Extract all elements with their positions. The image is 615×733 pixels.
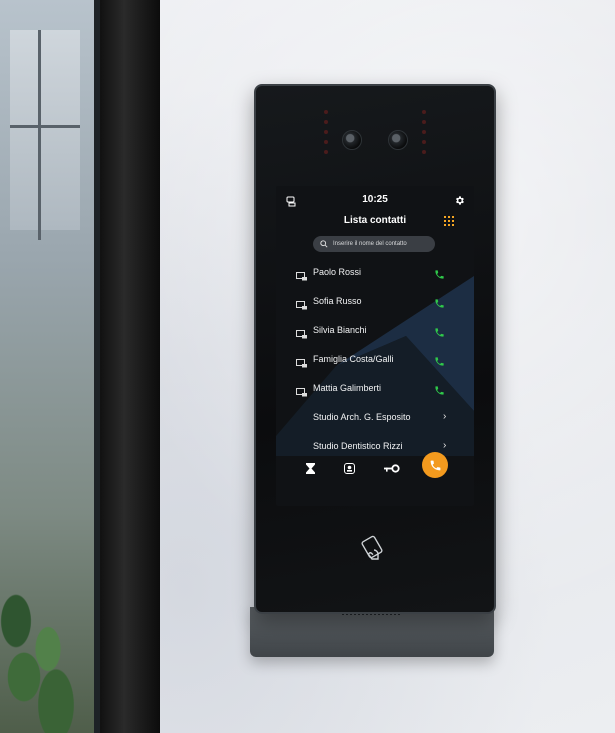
door-frame [100, 0, 160, 733]
building-reflection [10, 30, 80, 230]
contact-name: Paolo Rossi [313, 267, 362, 277]
nfc-card-reader-icon [360, 534, 388, 564]
window-view [0, 0, 100, 733]
contact-row[interactable]: Famiglia Costa/Galli [276, 349, 474, 371]
intercom-device-icon [286, 194, 298, 212]
contact-group-row[interactable]: Studio Arch. G. Esposito › [276, 407, 474, 429]
touch-screen[interactable]: 10:25 Lista contatti Inserire il nome de… [276, 186, 474, 506]
search-input[interactable]: Inserire il nome del contatto [313, 236, 435, 252]
contact-name: Studio Dentistico Rizzi [313, 441, 403, 451]
page-title: Lista contatti [343, 215, 407, 226]
chevron-right-icon: › [443, 440, 447, 451]
gear-icon[interactable] [454, 193, 465, 211]
call-icon[interactable] [434, 354, 445, 372]
ir-leds-left [324, 110, 328, 160]
contact-row[interactable]: Silvia Bianchi [276, 320, 474, 342]
contact-row[interactable]: Sofia Russo [276, 291, 474, 313]
call-icon[interactable] [434, 383, 445, 401]
window-transom [10, 125, 80, 128]
monitor-icon [296, 355, 308, 373]
hourglass-icon[interactable] [300, 458, 320, 478]
monitor-icon [296, 326, 308, 344]
clock-time: 10:25 [362, 194, 388, 205]
contact-name: Studio Arch. G. Esposito [313, 412, 411, 422]
call-icon[interactable] [434, 267, 445, 285]
monitor-icon [296, 268, 308, 286]
intercom-panel: 10:25 Lista contatti Inserire il nome de… [254, 84, 496, 614]
contact-name: Silvia Bianchi [313, 325, 367, 335]
grid-menu-icon[interactable] [444, 216, 454, 226]
call-icon[interactable] [434, 296, 445, 314]
ir-leds-right [422, 110, 426, 160]
plant [0, 593, 80, 733]
contact-name: Mattia Galimberti [313, 383, 382, 393]
contact-name: Famiglia Costa/Galli [313, 354, 394, 364]
monitor-icon [296, 384, 308, 402]
search-icon [320, 240, 328, 248]
search-placeholder: Inserire il nome del contatto [333, 241, 407, 247]
call-icon[interactable] [434, 325, 445, 343]
phone-icon[interactable] [422, 452, 448, 478]
camera-lens-right [388, 130, 408, 150]
face-id-icon[interactable] [339, 458, 359, 478]
device-mount [250, 607, 494, 657]
contact-name: Sofia Russo [313, 296, 362, 306]
window-mullion [38, 30, 41, 240]
monitor-icon [296, 297, 308, 315]
key-icon[interactable] [382, 458, 402, 478]
chevron-right-icon: › [443, 411, 447, 422]
contact-row[interactable]: Paolo Rossi [276, 262, 474, 284]
contact-row[interactable]: Mattia Galimberti [276, 378, 474, 400]
camera-lens-left [342, 130, 362, 150]
